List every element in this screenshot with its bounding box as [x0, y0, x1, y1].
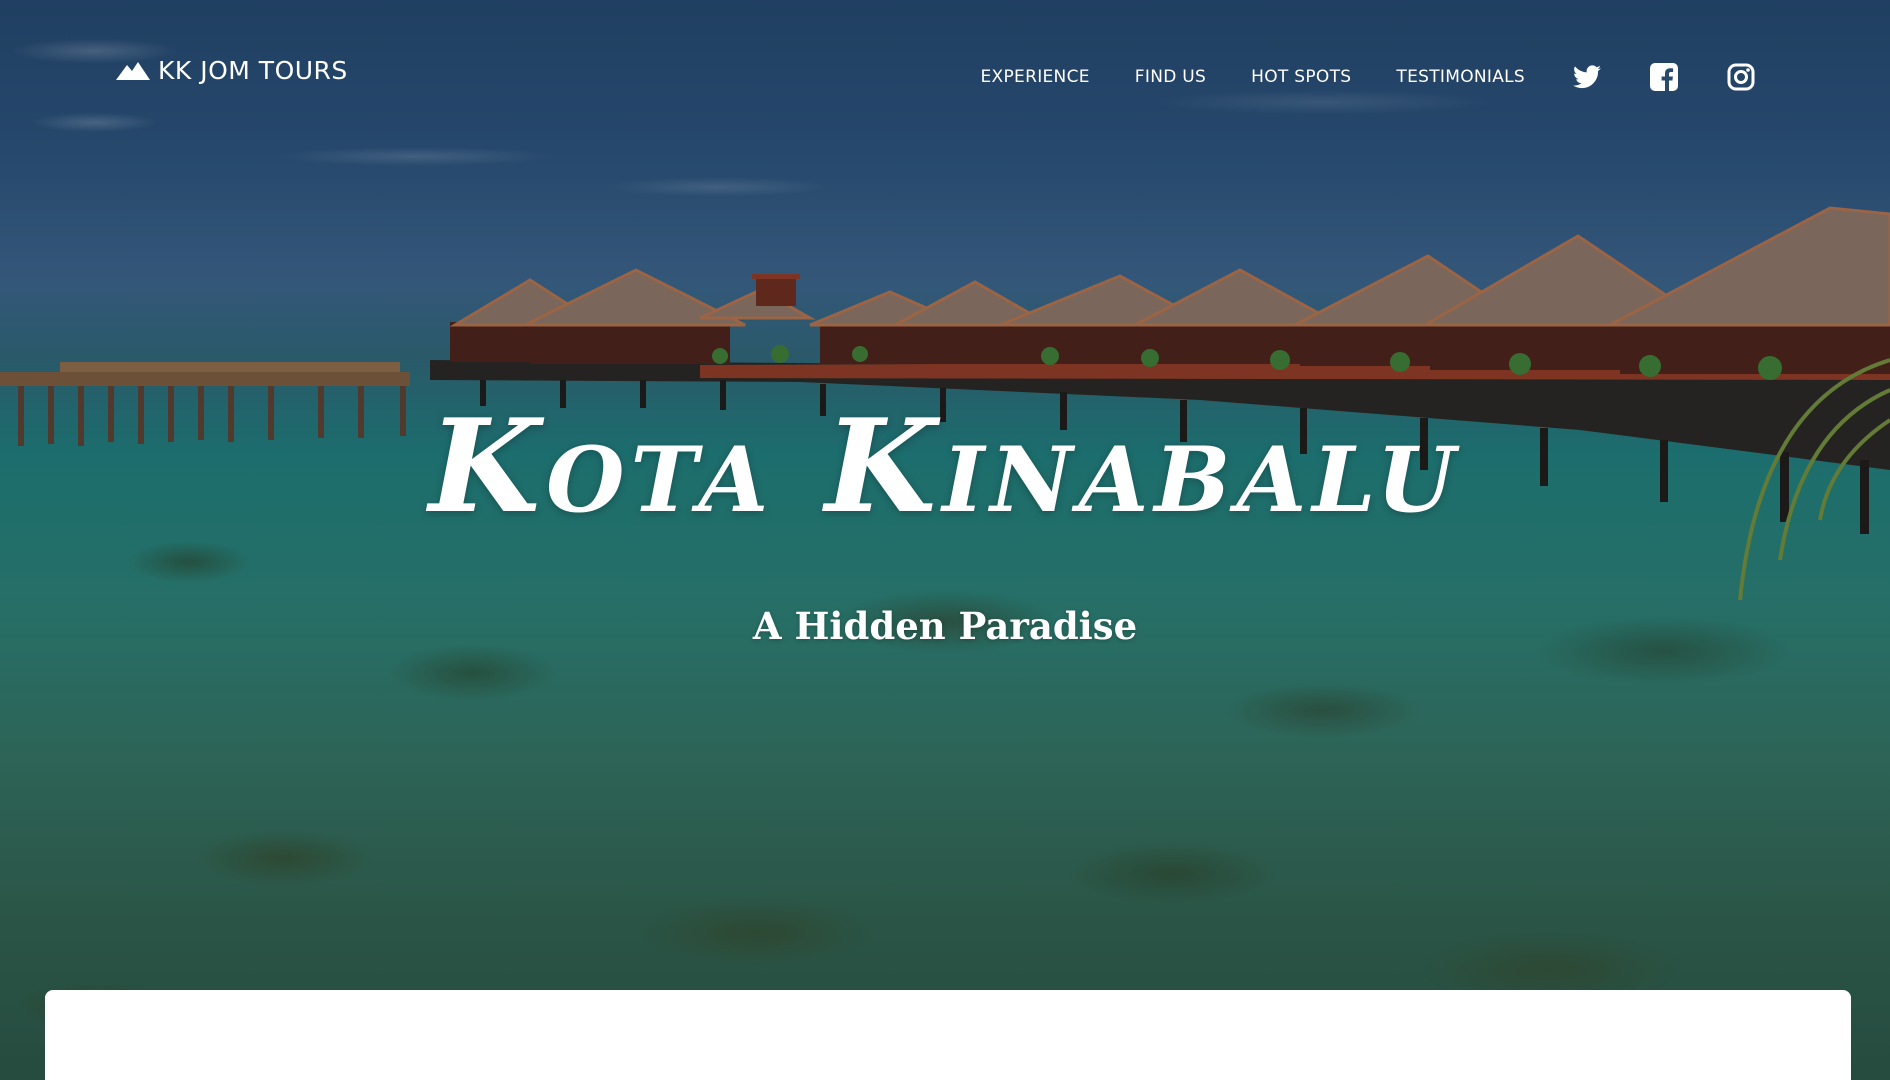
nav-link-testimonials[interactable]: TESTIMONIALS [1396, 67, 1525, 87]
brand-logo-link[interactable]: KK JOM TOURS [116, 56, 348, 85]
facebook-link[interactable] [1649, 62, 1679, 92]
hero-subtitle: A Hidden Paradise [752, 604, 1138, 648]
hero-title: Kota Kinabalu [428, 392, 1462, 542]
nav-link-experience[interactable]: EXPERIENCE [981, 67, 1090, 87]
twitter-link[interactable] [1572, 62, 1602, 92]
content-card [45, 990, 1851, 1080]
nav-link-hot-spots[interactable]: HOT SPOTS [1251, 67, 1351, 87]
instagram-link[interactable] [1726, 62, 1756, 92]
facebook-icon [1650, 63, 1678, 91]
twitter-icon [1573, 65, 1601, 89]
mountain-icon [116, 61, 150, 80]
instagram-icon [1727, 63, 1755, 91]
brand-name: KK JOM TOURS [158, 56, 348, 85]
nav-links: EXPERIENCE FIND US HOT SPOTS TESTIMONIAL… [981, 62, 1756, 92]
hero-section: KK JOM TOURS EXPERIENCE FIND US HOT SPOT… [0, 0, 1890, 1080]
nav-link-find-us[interactable]: FIND US [1135, 67, 1206, 87]
top-navigation: KK JOM TOURS EXPERIENCE FIND US HOT SPOT… [0, 0, 1890, 150]
